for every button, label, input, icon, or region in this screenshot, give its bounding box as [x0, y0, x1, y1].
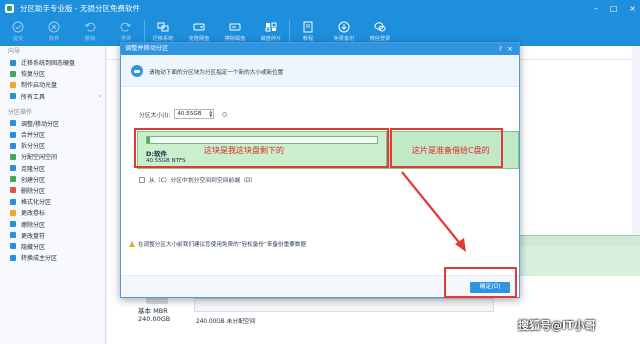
- defrag-icon: [265, 22, 277, 31]
- allocate-checkbox[interactable]: [139, 176, 145, 183]
- sidebar-section-partition-ops: 分区操作: [8, 108, 33, 116]
- book-icon: [303, 21, 313, 32]
- wipe-disk-icon: [229, 23, 241, 30]
- disk-info: 基本 MBR 240.00GB: [138, 307, 171, 323]
- checkbox-label: 从（C）分区中划分空间到空间前端（D）: [149, 178, 257, 184]
- undo-button[interactable]: 撤销: [72, 16, 108, 46]
- sidebar-item-split[interactable]: 拆分分区: [0, 140, 105, 151]
- redo-icon: [120, 22, 131, 32]
- sidebar-item-resize-move[interactable]: 调整/移动分区: [0, 118, 105, 129]
- app-logo-icon: [5, 3, 14, 13]
- merge-icon: [10, 131, 16, 138]
- clone-disk-icon: [193, 23, 205, 30]
- warning-row: 在调整分区大小前我们建议您使用免费的“轻松备份”来备份重要数据: [129, 240, 306, 248]
- migrate-icon: [10, 59, 16, 66]
- sidebar-item-convert-primary[interactable]: 转换成主分区: [0, 252, 105, 263]
- wipe-icon: [10, 221, 16, 228]
- sidebar-item-all-tools[interactable]: 所有工具 ›: [0, 91, 105, 102]
- restore-icon: [10, 70, 16, 77]
- maximize-icon[interactable]: □: [610, 4, 618, 13]
- dialog-title: 调整并移动分区: [125, 45, 169, 52]
- watermark: 搜狐号@IT小哥: [518, 319, 596, 332]
- partition-block-green-inner: [520, 246, 640, 276]
- dialog-instruction: 请拖动下面的分区块为分区指定一个新的大小或新位置: [149, 70, 284, 76]
- sidebar-item-migrate-ssd[interactable]: 迁移系统到固态硬盘: [0, 57, 105, 68]
- size-row: 分区大小(I): 40.55GB ▲ ▼: [139, 109, 228, 119]
- dialog-close-icon[interactable]: ×: [507, 43, 513, 55]
- close-icon[interactable]: ×: [629, 4, 636, 13]
- sidebar-item-hide[interactable]: 隐藏分区: [0, 241, 105, 252]
- stepper-icon[interactable]: ▲ ▼: [209, 110, 212, 118]
- resize-icon: [10, 120, 16, 127]
- sidebar-item-merge[interactable]: 合并分区: [0, 129, 105, 140]
- check-icon: [12, 21, 24, 32]
- annotation-right: 这片是准备借给C盘的: [412, 146, 490, 155]
- sidebar-section-wizard: 向导: [8, 48, 21, 55]
- sidebar-item-boot-disc[interactable]: 制作启动光盘: [0, 79, 105, 90]
- window-controls: – □ ×: [594, 0, 636, 16]
- cancel-icon: [48, 21, 60, 32]
- sidebar-item-clone-partition[interactable]: 克隆分区: [0, 163, 105, 174]
- resize-move-dialog: 调整并移动分区 ? × 请拖动下面的分区块为分区指定一个新的大小或新位置 分区大…: [120, 42, 520, 298]
- sidebar-item-restore-partition[interactable]: 恢复分区: [0, 68, 105, 79]
- info-icon: [222, 111, 228, 117]
- sidebar-item-change-label[interactable]: 更改卷标: [0, 207, 105, 218]
- title-bar: 分区助手专业版 - 无损分区免费软件 – □ ×: [0, 0, 640, 16]
- size-input[interactable]: 40.55GB ▲ ▼: [174, 109, 215, 119]
- tools-icon: [10, 93, 16, 100]
- help-icon[interactable]: ?: [499, 43, 502, 55]
- sidebar-item-allocate[interactable]: 分配空闲空间: [0, 151, 105, 162]
- migrate-icon: [157, 22, 169, 31]
- warning-icon: [129, 241, 135, 247]
- convert-icon: [10, 254, 16, 261]
- clone-icon: [10, 165, 16, 172]
- scrollbar[interactable]: [632, 46, 640, 246]
- backup-icon: [338, 21, 350, 32]
- warning-text: 在调整分区大小前我们建议您使用免费的“轻松备份”来备份重要数据: [138, 242, 307, 248]
- sidebar-item-delete[interactable]: 删除分区: [0, 185, 105, 196]
- split-icon: [10, 142, 16, 149]
- sidebar: 向导 迁移系统到固态硬盘 恢复分区 制作启动光盘 所有工具 › 分区操作 调整/移…: [0, 46, 106, 344]
- unallocated-bar[interactable]: [194, 298, 494, 312]
- partition-icon: [131, 65, 143, 77]
- disc-icon: [10, 81, 16, 88]
- size-label: 分区大小(I):: [139, 112, 171, 119]
- minimize-icon[interactable]: –: [594, 4, 598, 13]
- sidebar-item-change-letter[interactable]: 更改盘符: [0, 230, 105, 241]
- sidebar-item-create[interactable]: 创建分区: [0, 174, 105, 185]
- window-title: 分区助手专业版 - 无损分区免费软件: [20, 3, 140, 13]
- undo-icon: [85, 22, 96, 32]
- checkbox-row: 从（C）分区中划分空间到空间前端（D）: [139, 175, 256, 184]
- label-icon: [10, 209, 16, 216]
- annotation-frame-button: [444, 267, 517, 298]
- hide-icon: [10, 243, 16, 250]
- dialog-title-bar: 调整并移动分区 ? ×: [121, 43, 519, 55]
- format-icon: [10, 198, 16, 205]
- annotation-left: 这块是我这块盘剩下的: [204, 146, 284, 155]
- dialog-header: 请拖动下面的分区块为分区指定一个新的大小或新位置: [121, 55, 519, 87]
- delete-icon: [10, 187, 16, 194]
- unallocated-text: 240.00GB 未分配空间: [196, 319, 256, 325]
- letter-icon: [10, 232, 16, 239]
- wechat-icon: [374, 21, 386, 31]
- chevron-right-icon: ›: [98, 92, 101, 100]
- sidebar-item-wipe-partition[interactable]: 擦除分区: [0, 218, 105, 229]
- create-icon: [10, 176, 16, 183]
- submit-button[interactable]: 提交: [0, 16, 36, 46]
- sidebar-item-format[interactable]: 格式化分区: [0, 196, 105, 207]
- discard-button[interactable]: 放弃: [36, 16, 72, 46]
- allocate-icon: [10, 153, 16, 160]
